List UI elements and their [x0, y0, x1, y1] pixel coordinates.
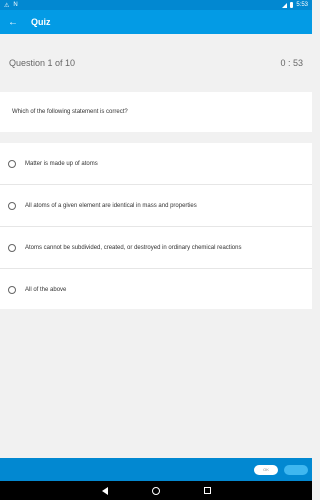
answer-options: Matter is made up of atoms All atoms of … [0, 143, 312, 309]
signal-icon [282, 2, 288, 8]
answer-option-label: Atoms cannot be subdivided, created, or … [25, 244, 242, 251]
status-bar: ⚠ N 5:53 [0, 0, 312, 10]
question-header: Question 1 of 10 0 : 53 [0, 34, 312, 92]
radio-button[interactable] [8, 201, 16, 210]
question-counter: Question 1 of 10 [9, 58, 76, 68]
app-bar: ← Quiz [0, 10, 312, 34]
question-text: Which of the following statement is corr… [12, 109, 128, 115]
alert-icon: ⚠ [4, 2, 10, 9]
n-icon: N [13, 2, 18, 8]
nav-recent-apps-icon[interactable] [203, 487, 211, 494]
quiz-timer: 0 : 53 [280, 58, 303, 68]
answer-option[interactable]: Atoms cannot be subdivided, created, or … [0, 227, 312, 269]
answer-option-label: All atoms of a given element are identic… [25, 202, 197, 209]
status-left-icons: ⚠ N [4, 2, 18, 9]
answer-option-label: All of the above [25, 287, 67, 293]
answer-option[interactable]: Matter is made up of atoms [0, 143, 312, 185]
question-card: Which of the following statement is corr… [0, 92, 312, 132]
answer-option[interactable]: All of the above [0, 269, 312, 311]
system-nav-bar [0, 481, 312, 500]
battery-icon [290, 2, 294, 8]
ok-button[interactable]: OK [254, 464, 278, 475]
bottom-action-bar: OK [0, 458, 312, 481]
radio-button[interactable] [8, 243, 16, 252]
nav-back-icon[interactable] [101, 486, 108, 495]
status-time: 5:53 [296, 2, 308, 8]
nav-home-icon[interactable] [151, 486, 160, 495]
next-button[interactable] [284, 464, 308, 475]
app-title: Quiz [31, 17, 51, 27]
back-arrow-icon[interactable]: ← [8, 17, 22, 28]
radio-button[interactable] [8, 286, 16, 294]
status-right: 5:53 [282, 2, 308, 8]
answer-option-label: Matter is made up of atoms [25, 160, 98, 167]
radio-button[interactable] [8, 159, 16, 168]
answer-option[interactable]: All atoms of a given element are identic… [0, 185, 312, 227]
